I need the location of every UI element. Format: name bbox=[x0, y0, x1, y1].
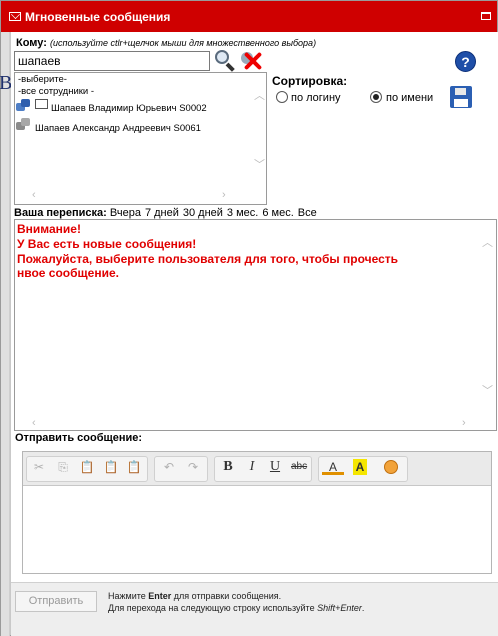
scroll-down-icon[interactable]: ﹀ bbox=[482, 382, 493, 398]
compose-label: Отправить сообщение: bbox=[15, 432, 143, 444]
bold-button[interactable]: B bbox=[220, 459, 236, 475]
highlight-color-icon[interactable]: A bbox=[353, 459, 367, 475]
correspondence-filter: Ваша переписка: Вчера 7 дней 30 дней 3 мес.… bbox=[14, 207, 321, 219]
list-item[interactable]: -выберите- bbox=[18, 74, 67, 85]
mail-icon bbox=[35, 99, 48, 109]
send-hint-text: для отправки сообщения. bbox=[171, 591, 282, 601]
period-link[interactable]: 3 мес. bbox=[227, 207, 258, 219]
cut-icon[interactable]: ✂ bbox=[31, 459, 47, 475]
alert-line: Пожалуйста, выберите пользователя для то… bbox=[17, 252, 399, 266]
clear-search-icon[interactable] bbox=[239, 50, 265, 71]
alert-line: нвое сообщение. bbox=[17, 266, 119, 280]
recipient-hint: (используйте ctlr+щелчок мыши для множес… bbox=[49, 38, 317, 48]
maximize-icon[interactable] bbox=[481, 12, 491, 20]
alert-line: У Вас есть новые сообщения! bbox=[17, 237, 197, 251]
instant-messages-window: Мгновенные сообщения В Кому: (используйт… bbox=[0, 0, 498, 636]
sort-by-name-radio[interactable] bbox=[370, 91, 382, 103]
scroll-left-icon[interactable]: ‹ bbox=[32, 189, 36, 201]
search-input[interactable]: шапаев bbox=[14, 51, 210, 71]
italic-button[interactable]: I bbox=[244, 459, 260, 475]
smiley-icon[interactable] bbox=[384, 460, 398, 474]
send-hint: Нажмите Enter для отправки сообщения. bbox=[108, 591, 281, 601]
alert-line: Внимание! bbox=[17, 222, 81, 236]
paste-icon[interactable]: 📋 bbox=[79, 459, 95, 475]
title-bar: Мгновенные сообщения bbox=[1, 1, 497, 32]
period-link[interactable]: 6 мес. bbox=[262, 207, 293, 219]
save-icon[interactable] bbox=[450, 86, 472, 108]
list-item[interactable]: Шапаев Александр Андреевич S0061 bbox=[35, 123, 201, 134]
copy-icon[interactable]: ⎘ bbox=[55, 459, 71, 475]
scroll-right-icon[interactable]: › bbox=[222, 189, 226, 201]
correspondence-label: Ваша переписка: bbox=[14, 207, 107, 219]
undo-icon[interactable]: ↶ bbox=[161, 459, 177, 475]
message-history[interactable]: Внимание! У Вас есть новые сообщения! По… bbox=[14, 219, 497, 431]
background-page-strip: В bbox=[0, 32, 12, 636]
underline-button[interactable]: U bbox=[267, 459, 283, 475]
sort-label: Сортировка: bbox=[272, 74, 348, 88]
recipient-label: Кому: (используйте ctlr+щелчок мыши для … bbox=[16, 37, 316, 49]
send-hint-text: Нажмите bbox=[108, 591, 149, 601]
send-hint-key: Enter bbox=[148, 591, 172, 601]
scroll-down-icon[interactable]: ﹀ bbox=[254, 156, 265, 172]
strikethrough-button[interactable]: abc bbox=[291, 459, 307, 475]
sort-option-label: по имени bbox=[386, 92, 434, 104]
window-title: Мгновенные сообщения bbox=[25, 10, 171, 24]
help-icon[interactable]: ? bbox=[455, 51, 476, 72]
paste-word-icon[interactable]: 📋 bbox=[126, 459, 142, 475]
newline-hint-text: . bbox=[361, 603, 365, 613]
newline-hint: Для перехода на следующую строку использ… bbox=[108, 603, 364, 613]
recipient-label-text: Кому: bbox=[16, 37, 47, 49]
scroll-left-icon[interactable]: ‹ bbox=[32, 417, 36, 429]
list-item[interactable]: -все сотрудники - bbox=[18, 86, 94, 97]
font-color-icon[interactable]: A bbox=[322, 459, 344, 475]
list-item[interactable]: Шапаев Владимир Юрьевич S0002 bbox=[51, 103, 207, 114]
paste-text-icon[interactable]: 📋 bbox=[103, 459, 119, 475]
sort-by-login-radio[interactable] bbox=[276, 91, 288, 103]
scroll-up-icon[interactable]: ︿ bbox=[254, 87, 265, 103]
newline-hint-key: Shift+Enter bbox=[317, 603, 362, 613]
sort-option-label: по логину bbox=[291, 92, 341, 104]
scroll-up-icon[interactable]: ︿ bbox=[482, 234, 493, 250]
users-offline-icon bbox=[16, 118, 30, 130]
list-vertical-scrollbar[interactable]: ︿ ﹀ bbox=[252, 73, 266, 189]
message-editor[interactable]: ✂ ⎘ 📋 📋 📋 ↶ ↷ B I U abc A A bbox=[22, 451, 492, 574]
period-link[interactable]: 7 дней bbox=[145, 207, 179, 219]
period-link[interactable]: 30 дней bbox=[183, 207, 223, 219]
send-button[interactable]: Отправить bbox=[15, 591, 97, 612]
period-link[interactable]: Вчера bbox=[110, 207, 141, 219]
search-icon[interactable] bbox=[214, 49, 236, 72]
period-link[interactable]: Все bbox=[298, 207, 317, 219]
list-horizontal-scrollbar[interactable]: ‹ › bbox=[15, 189, 266, 204]
scroll-right-icon[interactable]: › bbox=[462, 417, 466, 429]
editor-toolbar: ✂ ⎘ 📋 📋 📋 ↶ ↷ B I U abc A A bbox=[23, 452, 491, 486]
envelope-icon bbox=[9, 12, 21, 21]
redo-icon[interactable]: ↷ bbox=[185, 459, 201, 475]
users-online-icon bbox=[16, 99, 30, 111]
user-listbox[interactable]: -выберите- -все сотрудники - Шапаев Влад… bbox=[14, 72, 267, 205]
newline-hint-text: Для перехода на следующую строку использ… bbox=[108, 603, 318, 613]
